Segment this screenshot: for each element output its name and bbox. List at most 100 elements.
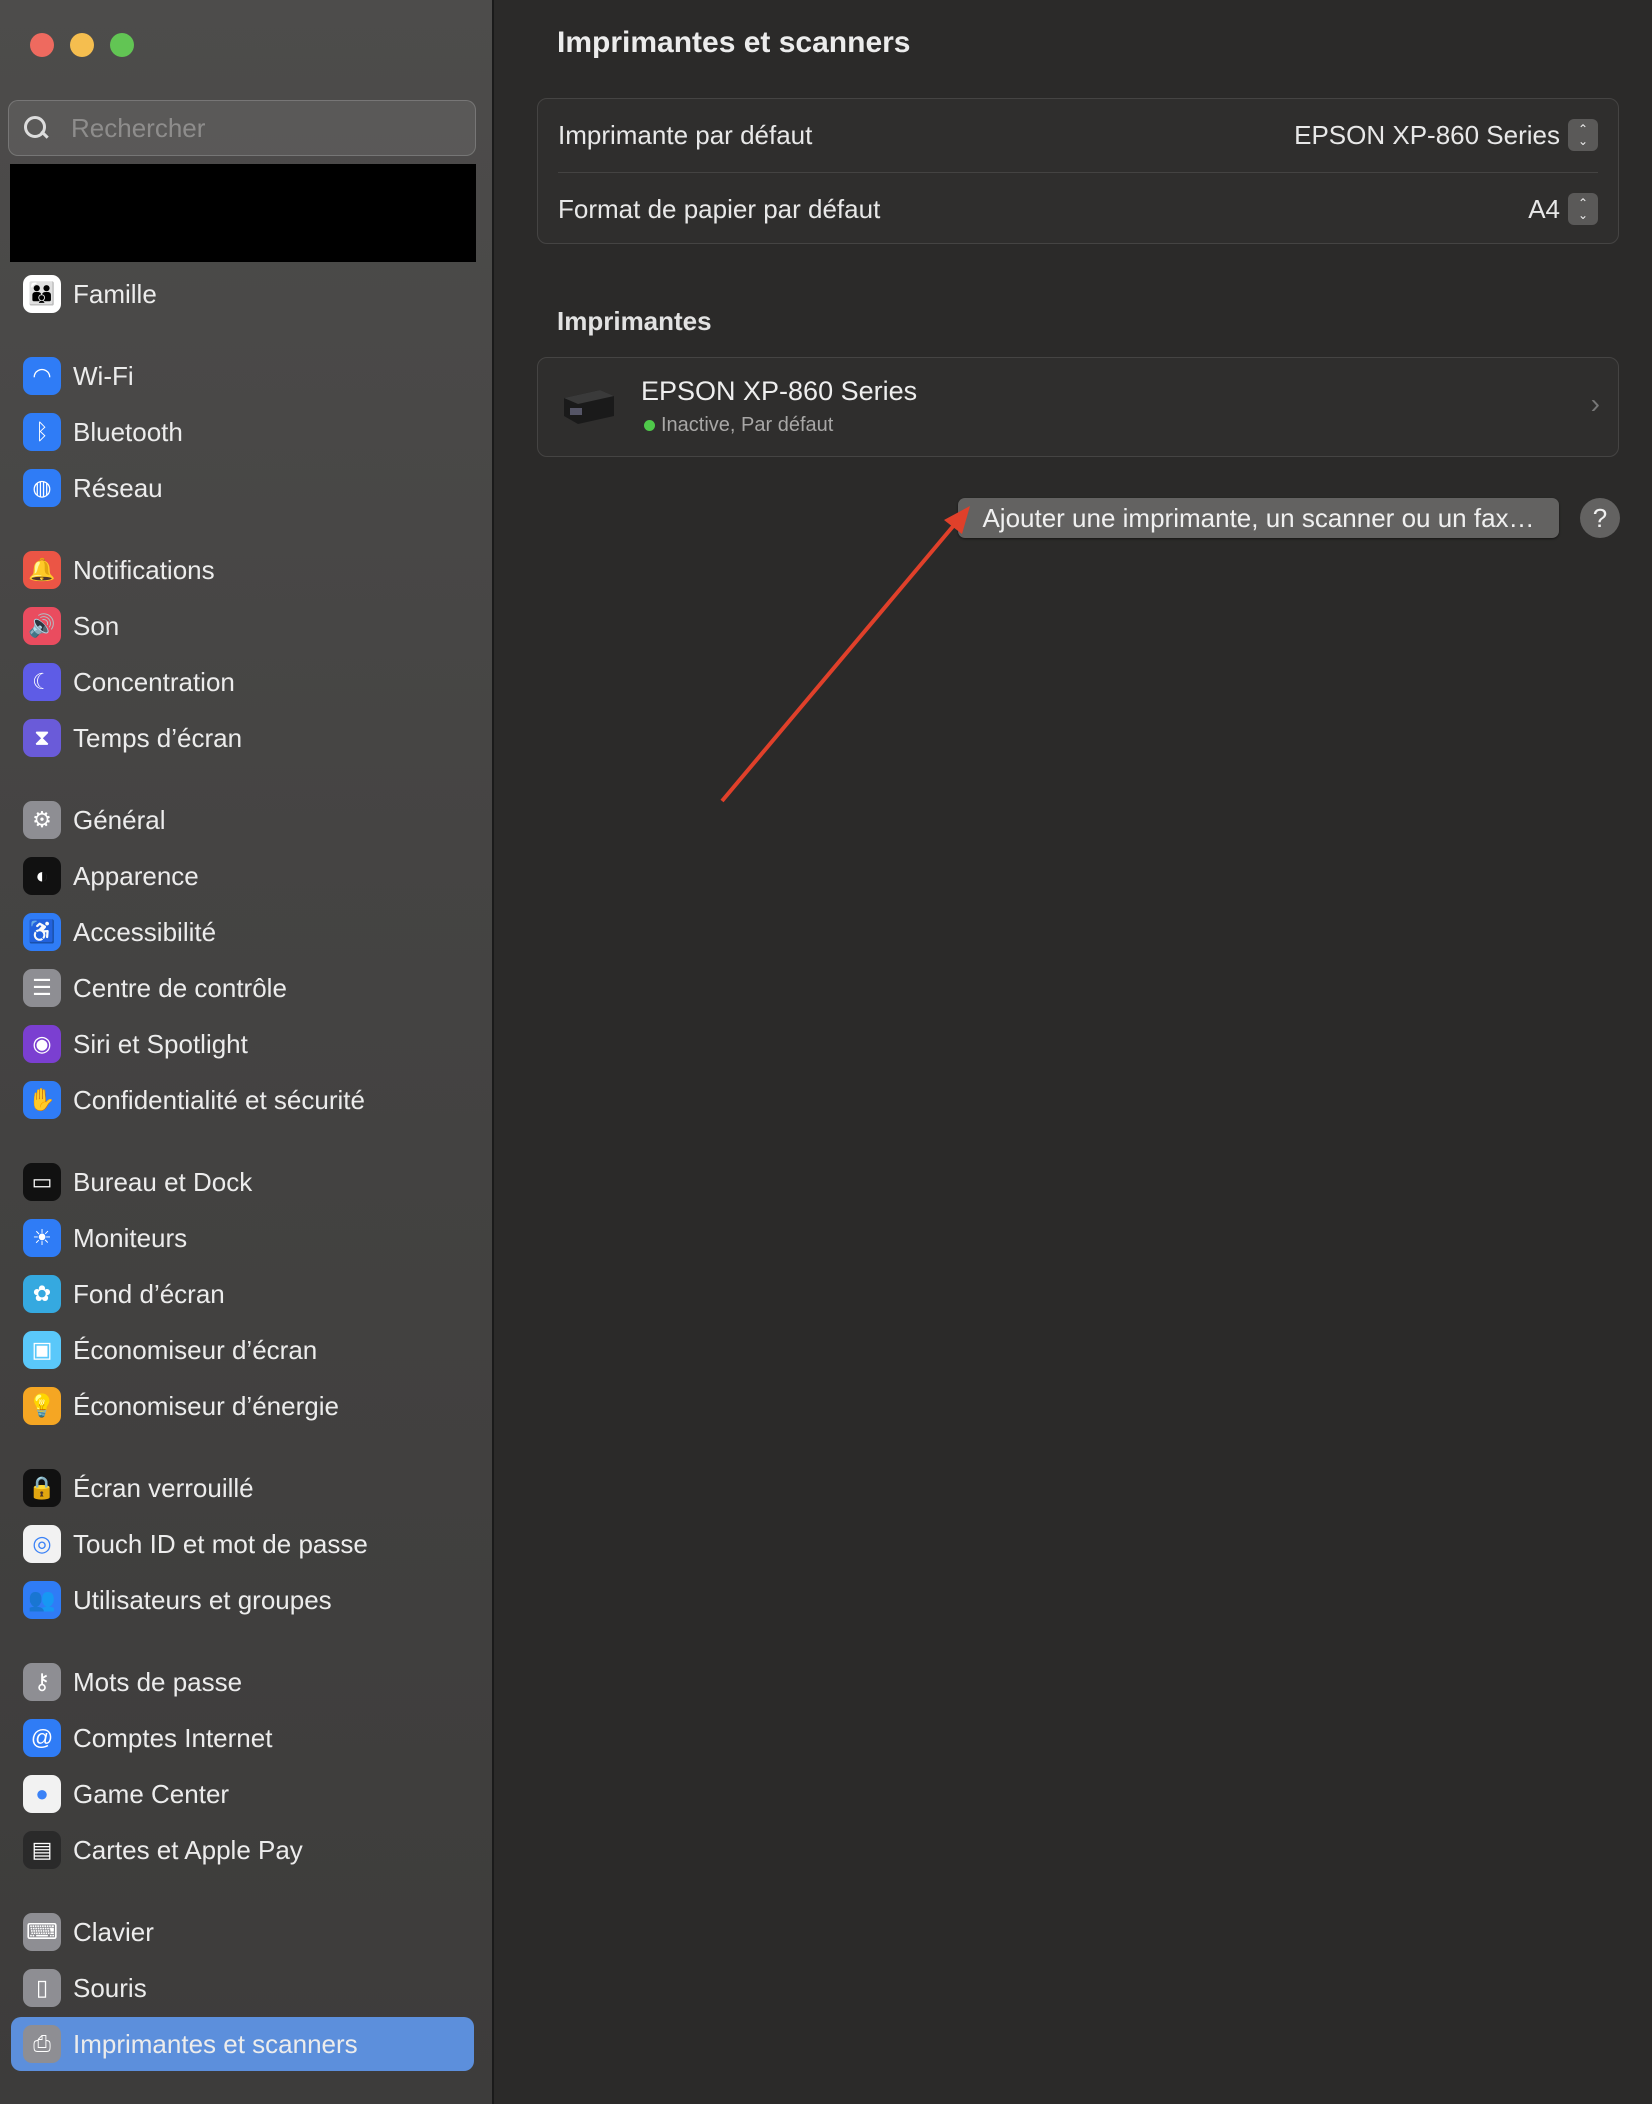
sidebar-item-accessibility[interactable]: ♿ Accessibilité [11,905,474,959]
sidebar-item-wifi[interactable]: ◠ Wi-Fi [11,349,474,403]
sidebar-item-display[interactable]: ☀ Moniteurs [11,1211,474,1265]
sidebar-item-label: Confidentialité et sécurité [73,1084,365,1115]
sidebar-item-label: Écran verrouillé [73,1472,254,1503]
sidebar-item-bell[interactable]: 🔔 Notifications [11,543,474,597]
sidebar-item-label: Wi-Fi [73,360,134,391]
sidebar-item-hourglass[interactable]: ⧗ Temps d’écran [11,711,474,765]
defaults-card: Imprimante par défaut EPSON XP-860 Serie… [537,98,1619,244]
sidebar-item-label: Accessibilité [73,916,217,947]
sidebar-item-family[interactable]: 👪 Famille [11,267,474,321]
speaker-icon: 🔊 [23,607,61,645]
close-button[interactable] [30,33,54,57]
sidebar-item-at[interactable]: @ Comptes Internet [11,1711,474,1765]
lightbulb-icon: 💡 [23,1387,61,1425]
sidebar-item-label: Son [73,610,120,641]
chevron-updown-icon: ⌃ ⌄ [1568,119,1598,151]
wifi-icon: ◠ [23,357,61,395]
sidebar-item-label: Mots de passe [73,1666,243,1697]
sidebar-item-screensaver[interactable]: ▣ Économiseur d’écran [11,1323,474,1377]
default-paper-popup[interactable]: A4 ⌃ ⌄ [1528,193,1598,225]
sidebar-item-label: Économiseur d’énergie [73,1390,339,1421]
mouse-icon: ▯ [23,1969,61,2007]
sidebar-item-label: Utilisateurs et groupes [73,1584,332,1615]
sidebar-item-label: Souris [73,1972,147,2003]
dock-icon: ▭ [23,1163,61,1201]
bell-icon: 🔔 [23,551,61,589]
divider [558,172,1598,173]
sidebar-item-moon[interactable]: ☾ Concentration [11,655,474,709]
screensaver-icon: ▣ [23,1331,61,1369]
users-icon: 👥 [23,1581,61,1619]
sidebar-item-label: Concentration [73,666,235,697]
sidebar-item-label: Moniteurs [73,1222,188,1253]
default-paper-label: Format de papier par défaut [558,193,881,224]
accessibility-icon: ♿ [23,913,61,951]
sidebar-item-label: Général [73,804,166,835]
moon-icon: ☾ [23,663,61,701]
display-icon: ☀ [23,1219,61,1257]
default-printer-popup[interactable]: EPSON XP-860 Series ⌃ ⌄ [1294,119,1598,151]
sidebar-item-fingerprint[interactable]: ◎ Touch ID et mot de passe [11,1517,474,1571]
sidebar-item-printer[interactable]: ⎙ Imprimantes et scanners [11,2017,474,2071]
sidebar-item-label: Notifications [73,554,215,585]
chevron-right-icon: › [1590,388,1600,419]
sidebar-item-appearance[interactable]: ◐ Apparence [11,849,474,903]
lock-icon: 🔒 [23,1469,61,1507]
sidebar: 👪 Famille ◠ Wi-Fi ᛒ Bluetooth ◍ Réseau 🔔 Notifica… [0,0,494,2104]
sidebar-item-wallet[interactable]: ▤ Cartes et Apple Pay [11,1823,474,1877]
sidebar-item-label: Cartes et Apple Pay [73,1834,303,1865]
sidebar-item-label: Réseau [73,472,163,503]
page-title: Imprimantes et scanners [557,26,911,59]
sidebar-item-label: Game Center [73,1778,230,1809]
default-printer-value: EPSON XP-860 Series [1294,119,1560,150]
sidebar-item-label: Économiseur d’écran [73,1334,318,1365]
sidebar-item-hand[interactable]: ✋ Confidentialité et sécurité [11,1073,474,1127]
account-redacted[interactable] [10,164,476,262]
gear-icon: ⚙ [23,801,61,839]
chevron-updown-icon: ⌃ ⌄ [1568,193,1598,225]
sidebar-item-users[interactable]: 👥 Utilisateurs et groupes [11,1573,474,1627]
sidebar-item-speaker[interactable]: 🔊 Son [11,599,474,653]
appearance-icon: ◐ [23,857,61,895]
printer-name: EPSON XP-860 Series [641,376,918,406]
sidebar-item-control-center[interactable]: ☰ Centre de contrôle [11,961,474,1015]
game-center-icon: ● [23,1775,61,1813]
printers-section-header: Imprimantes [557,306,712,336]
control-center-icon: ☰ [23,969,61,1007]
search-input[interactable] [71,112,451,144]
printer-icon: ⎙ [23,2025,61,2063]
sidebar-item-label: Fond d’écran [73,1278,225,1309]
siri-icon: ◉ [23,1025,61,1063]
sidebar-item-label: Touch ID et mot de passe [73,1528,368,1559]
sidebar-item-mouse[interactable]: ▯ Souris [11,1961,474,2015]
printer-status: Inactive, Par défaut [644,414,833,437]
family-icon: 👪 [23,275,61,313]
printer-status-text: Inactive, Par défaut [661,414,834,436]
sidebar-item-key[interactable]: ⚷ Mots de passe [11,1655,474,1709]
sidebar-item-gear[interactable]: ⚙ Général [11,793,474,847]
sidebar-item-bluetooth[interactable]: ᛒ Bluetooth [11,405,474,459]
sidebar-item-label: Bureau et Dock [73,1166,253,1197]
sidebar-item-dock[interactable]: ▭ Bureau et Dock [11,1155,474,1209]
wallet-icon: ▤ [23,1831,61,1869]
add-printer-button[interactable]: Ajouter une imprimante, un scanner ou un… [958,498,1559,538]
sidebar-item-lightbulb[interactable]: 💡 Économiseur d’énergie [11,1379,474,1433]
sidebar-item-label: Siri et Spotlight [73,1028,248,1059]
default-printer-row: Imprimante par défaut EPSON XP-860 Serie… [558,110,1598,160]
minimize-button[interactable] [70,33,94,57]
help-button[interactable]: ? [1580,498,1620,538]
wallpaper-icon: ✿ [23,1275,61,1313]
sidebar-item-label: Comptes Internet [73,1722,273,1753]
sidebar-item-siri[interactable]: ◉ Siri et Spotlight [11,1017,474,1071]
hourglass-icon: ⧗ [23,719,61,757]
hand-icon: ✋ [23,1081,61,1119]
sidebar-item-wallpaper[interactable]: ✿ Fond d’écran [11,1267,474,1321]
sidebar-item-globe[interactable]: ◍ Réseau [11,461,474,515]
sidebar-item-lock[interactable]: 🔒 Écran verrouillé [11,1461,474,1515]
printer-row[interactable]: EPSON XP-860 Series Inactive, Par défaut… [537,357,1619,457]
zoom-button[interactable] [110,33,134,57]
search-icon [23,115,49,141]
sidebar-item-keyboard[interactable]: ⌨ Clavier [11,1905,474,1959]
search-field[interactable] [8,100,476,156]
sidebar-item-game-center[interactable]: ● Game Center [11,1767,474,1821]
